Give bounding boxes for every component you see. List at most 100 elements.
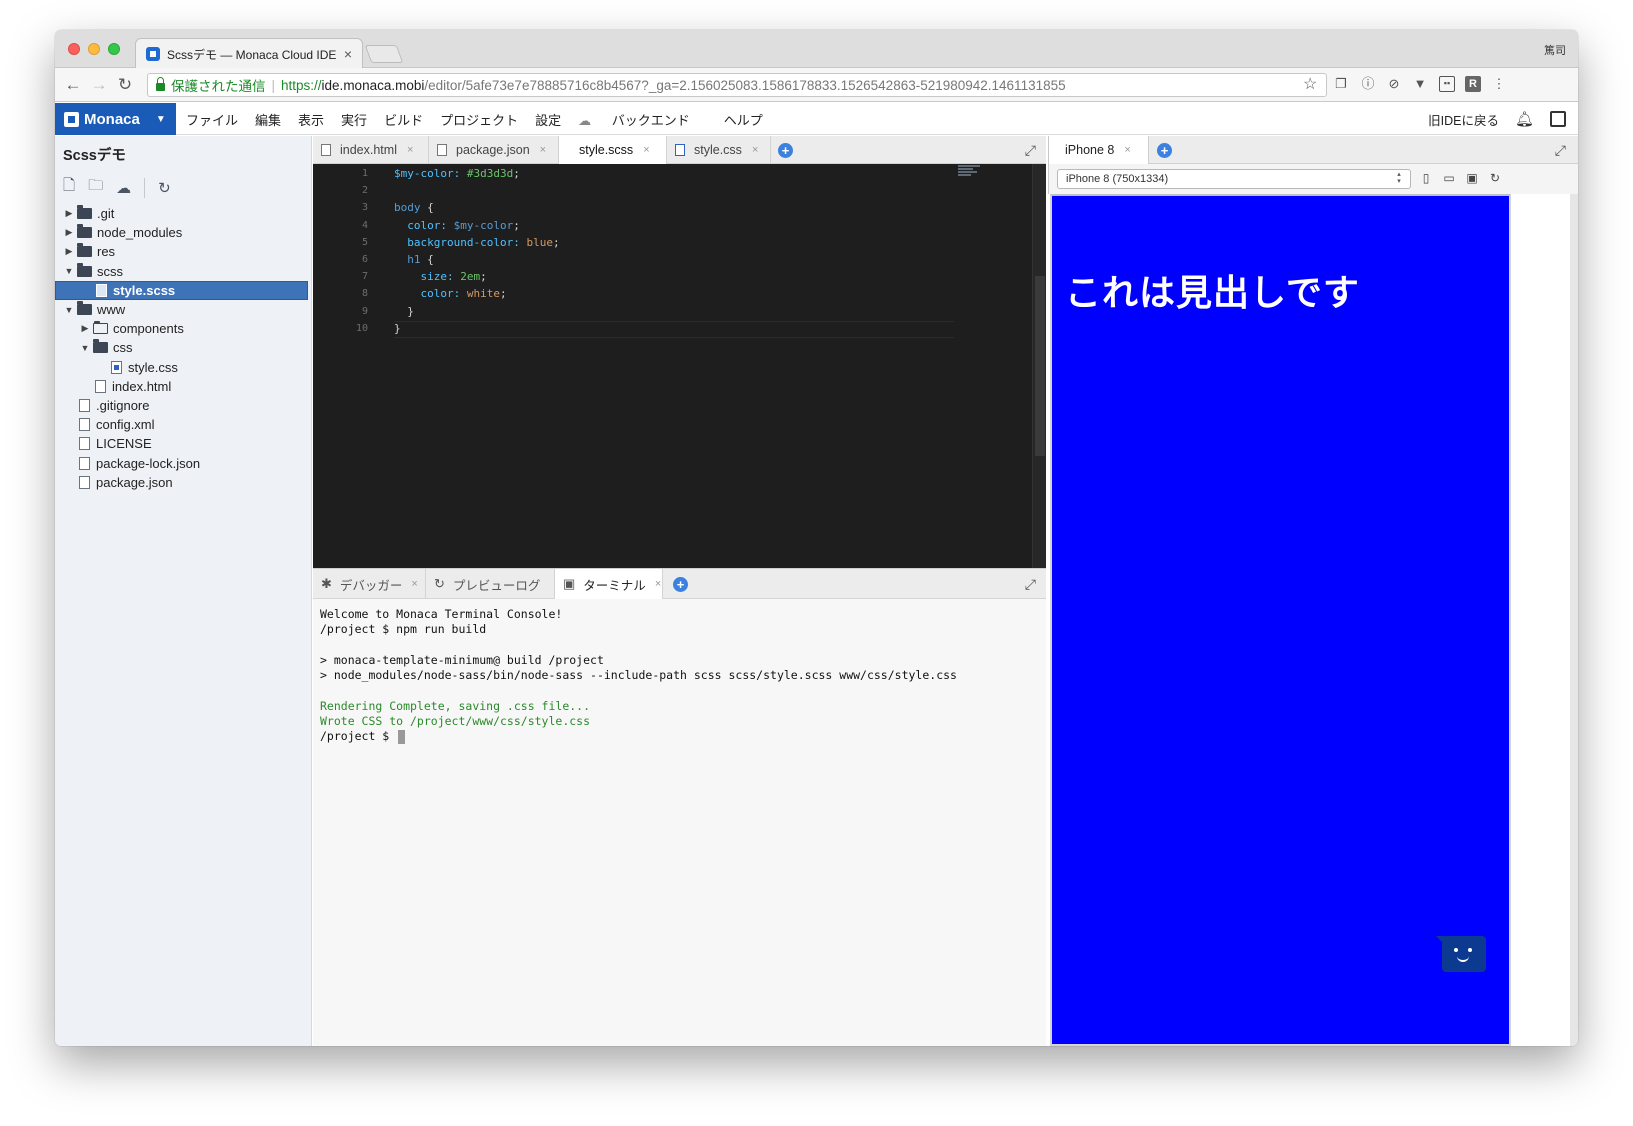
close-window-button[interactable] [68,43,80,55]
menu-edit[interactable]: 編集 [255,110,281,129]
menu-dots-icon[interactable]: ⋮ [1491,76,1507,92]
tree-item[interactable]: .gitignore [55,396,308,415]
tree-item-label: .gitignore [96,397,150,413]
terminal-console[interactable]: Welcome to Monaca Terminal Console!/proj… [313,599,1046,1046]
menu-backend[interactable]: ☁ バックエンド [578,110,707,129]
tree-item[interactable]: ▼ scss [55,262,308,281]
close-icon[interactable]: × [643,144,649,156]
tree-item[interactable]: LICENSE [55,434,308,453]
close-icon[interactable]: × [407,144,413,156]
editor-tab-index-html[interactable]: index.html × [313,136,429,164]
back-arrow-icon[interactable]: ← [60,75,86,95]
new-file-icon[interactable]: 🗋︎ [63,175,75,200]
portrait-icon[interactable]: ▯ [1419,171,1433,185]
tree-item[interactable]: ▶ .git [55,204,308,223]
code-line: 9 } [313,303,1046,320]
browser-tab-active[interactable]: Scssデモ — Monaca Cloud IDE × [135,38,363,69]
tree-item[interactable]: ▶ components [55,319,308,338]
logo-label: Monaca [84,110,140,128]
tree-item[interactable]: index.html [55,377,308,396]
close-tab-icon[interactable]: × [344,46,352,62]
forward-arrow-icon[interactable]: → [86,75,112,95]
tree-item[interactable]: package.json [55,473,308,492]
landscape-icon[interactable]: ▭ [1442,171,1456,185]
close-icon[interactable]: × [655,578,661,590]
chevron-right-icon[interactable]: ▶ [63,208,75,219]
expand-icon[interactable]: ⤢ [1555,142,1566,159]
chevron-down-icon[interactable]: ▼ [63,266,75,276]
address-bar[interactable]: 保護された通信 | https://ide.monaca.mobi/editor… [147,73,1327,97]
screenshot-icon[interactable]: ▣ [1465,171,1479,185]
code-line: 8 color: white; [313,285,1046,302]
close-icon[interactable]: × [411,578,417,590]
code-line: 7 size: 2em; [313,268,1046,285]
add-panel-plus-icon[interactable]: + [673,577,688,592]
device-select[interactable]: iPhone 8 (750x1334) [1057,169,1411,189]
add-tab-plus-icon[interactable]: + [778,143,793,158]
upload-cloud-icon[interactable]: ☁ [116,179,131,197]
refresh-icon[interactable]: ↻ [1488,171,1502,185]
tree-item[interactable]: package-lock.json [55,453,308,472]
folder-icon [93,339,108,354]
minimize-window-button[interactable] [88,43,100,55]
chevron-right-icon[interactable]: ▶ [79,323,91,334]
close-icon[interactable]: × [752,144,758,156]
monaca-logo-menu[interactable]: Monaca ▼ [55,103,176,135]
tab-debugger[interactable]: ✱ デバッガー × [313,569,426,599]
tamper-extension-icon[interactable]: ▪▪ [1439,76,1455,92]
tree-item[interactable]: ▼ www [55,300,308,319]
close-icon[interactable]: × [540,144,546,156]
fullscreen-window-button[interactable] [108,43,120,55]
tabs-extension-icon[interactable]: ❐ [1333,76,1349,92]
menu-run[interactable]: 実行 [341,110,367,129]
new-tab-button[interactable] [364,45,404,63]
device-preview[interactable]: これは見出しです [1050,194,1511,1046]
add-preview-plus-icon[interactable]: + [1157,143,1172,158]
menu-view[interactable]: 表示 [298,110,324,129]
code-token: { [427,253,434,267]
tree-item[interactable]: style.scss [55,280,308,300]
tree-item[interactable]: ▶ node_modules [55,223,308,242]
expand-icon[interactable]: ⤢ [1025,142,1036,159]
menu-project[interactable]: プロジェクト [440,110,518,129]
account-icon[interactable] [1550,111,1566,127]
terminal-prompt: /project $ [320,729,397,744]
preview-tab-iphone8[interactable]: iPhone 8 × [1049,136,1149,164]
terminal-prompt-line[interactable]: /project $ [320,729,1046,744]
chevron-down-icon[interactable]: ▼ [79,343,91,353]
code-editor[interactable]: 1 $my-color: #3d3d3d; 2 3 body {4 color: $my… [313,164,1046,568]
menu-settings[interactable]: 設定 [535,110,561,129]
menu-help[interactable]: ヘルプ [724,110,763,129]
bell-icon[interactable]: 🔔︎ [1515,110,1534,128]
chevron-right-icon[interactable]: ▶ [63,246,75,257]
tree-item[interactable]: style.css [55,358,308,377]
bookmark-star-icon[interactable]: ☆ [1303,74,1317,94]
password-extension-icon[interactable]: ⓘ [1360,76,1376,92]
editor-tab-style-css[interactable]: style.css × [667,136,771,164]
menu-build[interactable]: ビルド [384,110,423,129]
tree-item[interactable]: ▶ res [55,242,308,261]
r-extension-icon[interactable]: R [1465,76,1481,92]
tab-terminal[interactable]: ▣ ターミナル × [555,569,663,599]
preview-heading: これは見出しです [1065,273,1360,314]
reload-icon[interactable]: ↻ [112,75,138,95]
editor-tab-style-scss[interactable]: style.scss × [559,136,667,164]
line-number: 9 [361,305,368,317]
tree-item[interactable]: ▼ css [55,338,308,357]
chevron-down-icon[interactable]: ▼ [63,305,75,315]
refresh-icon[interactable]: ↻ [158,179,171,197]
profile-name[interactable]: 篤司 [1544,42,1566,58]
close-icon[interactable]: × [1124,144,1130,156]
code-line: 1 $my-color: #3d3d3d; [313,165,1046,182]
expand-icon[interactable]: ⤢ [1025,576,1036,593]
vue-extension-icon[interactable]: ▼ [1412,76,1428,92]
new-folder-icon[interactable]: 🗀︎ [88,175,103,200]
sync-extension-icon[interactable]: ⊘ [1386,76,1402,92]
tree-item[interactable]: config.xml [55,415,308,434]
chevron-right-icon[interactable]: ▶ [63,227,75,238]
menu-file[interactable]: ファイル [186,110,238,129]
editor-tab-package-json[interactable]: package.json × [429,136,559,164]
old-ide-link[interactable]: 旧IDEに戻る [1428,110,1499,129]
chatbot-icon[interactable] [1436,936,1486,972]
tab-preview-log[interactable]: ↻ プレビューログ [426,569,555,599]
